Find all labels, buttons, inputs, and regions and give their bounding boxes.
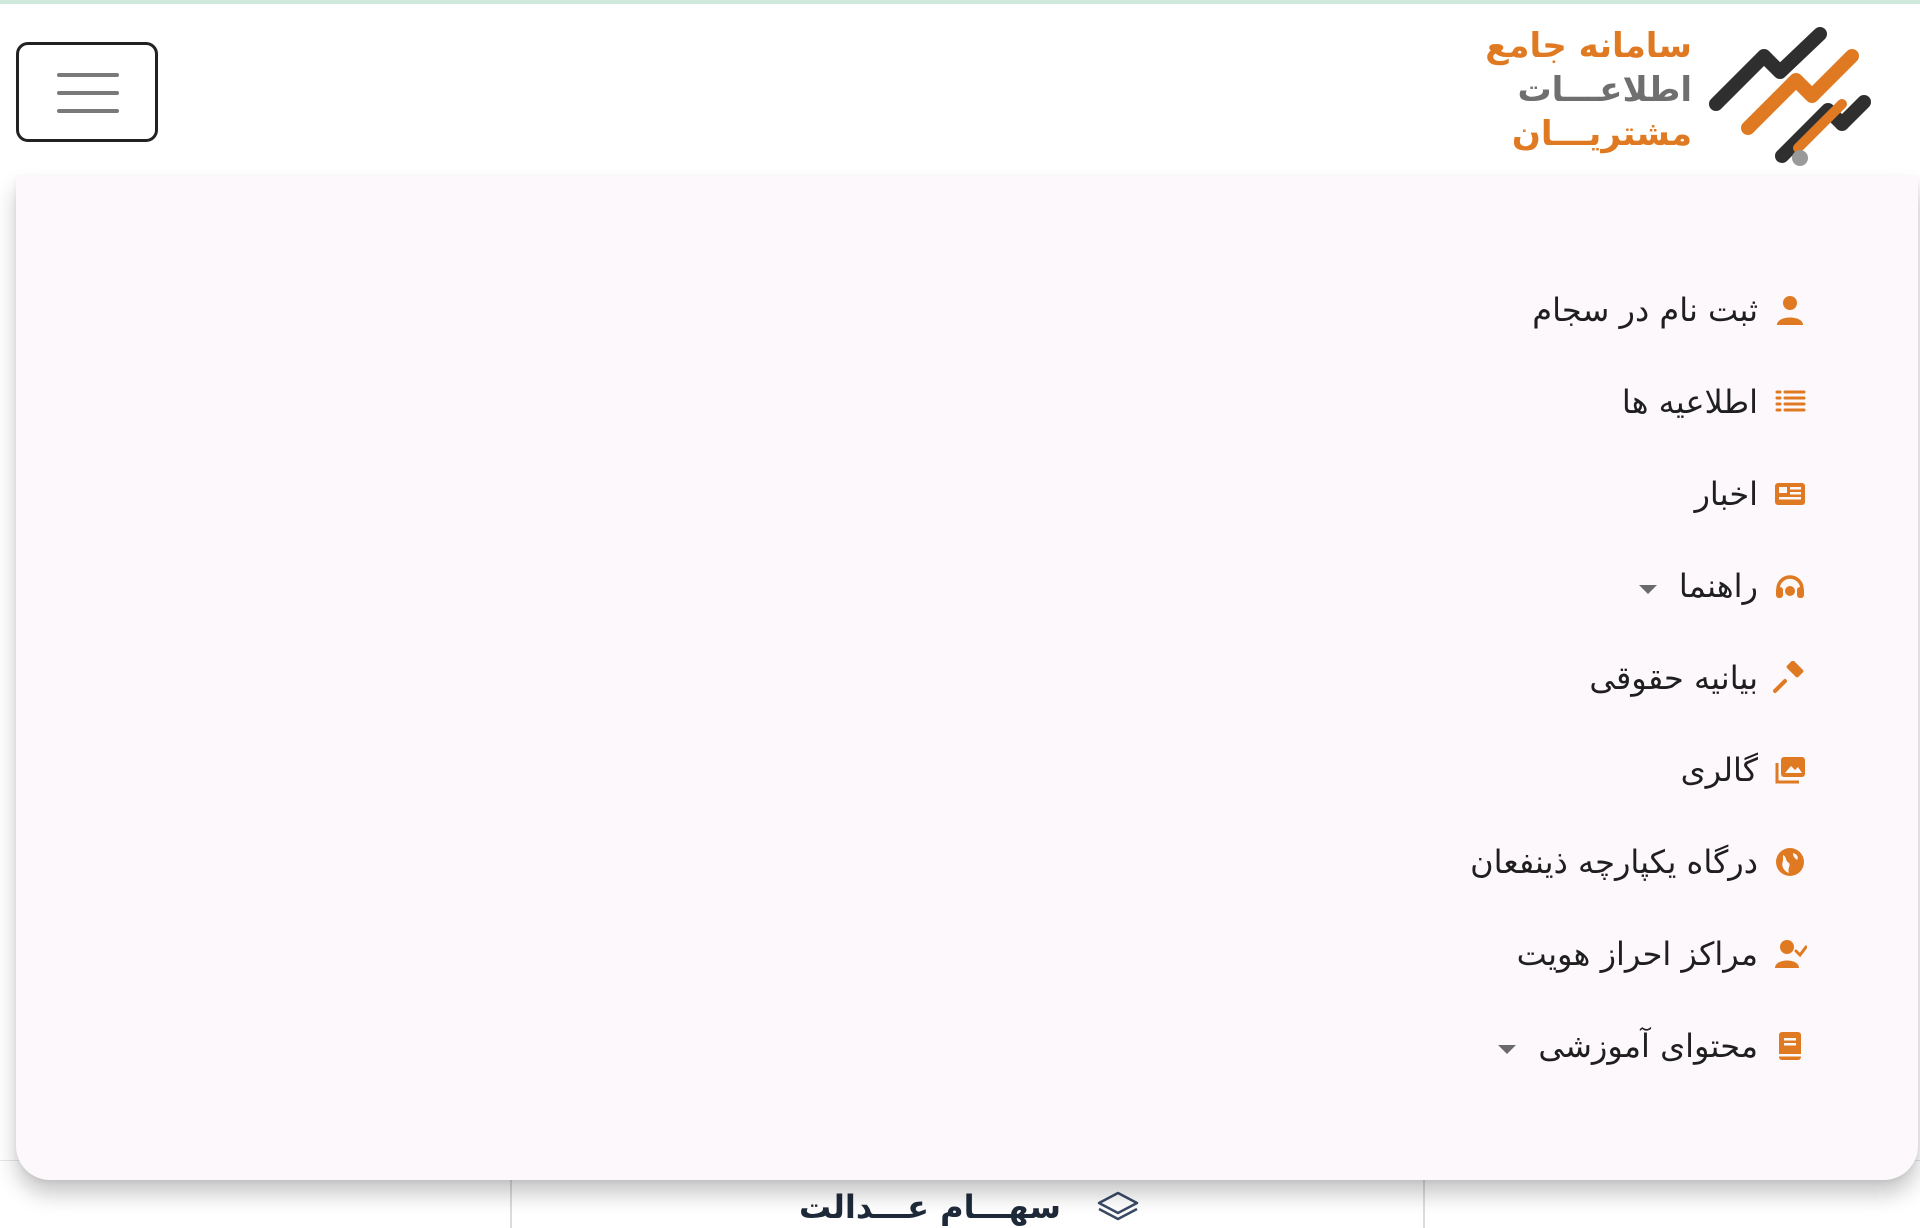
- menu-item-label: گالری: [1680, 751, 1758, 789]
- menu-item-label: ثبت نام در سجام: [1532, 291, 1758, 329]
- menu-item-label: مراکز احراز هویت: [1516, 935, 1758, 973]
- menu-item-label: اخبار: [1694, 475, 1758, 513]
- logo-line-3: مشتریـــان: [1511, 114, 1692, 154]
- logo-mark-icon: [1709, 27, 1871, 166]
- menu-item-label: بیانیه حقوقی: [1589, 659, 1758, 697]
- menu-item-news[interactable]: اخبار: [1470, 448, 1810, 540]
- layers-icon: [1095, 1189, 1141, 1225]
- menu-item-sejam-registration[interactable]: ثبت نام در سجام: [1470, 264, 1810, 356]
- menu-item-announcements[interactable]: اطلاعیه ها: [1470, 356, 1810, 448]
- site-logo[interactable]: سامانه جامع اطلاعـــات مشتریـــان: [1472, 16, 1872, 170]
- menu-item-help[interactable]: راهنما: [1470, 540, 1810, 632]
- hamburger-bar: [57, 73, 119, 77]
- logo-line-1: سامانه جامع: [1485, 26, 1692, 66]
- menu-item-stakeholder-portal[interactable]: درگاه یکپارچه ذینفعان: [1470, 816, 1810, 908]
- menu-item-gallery[interactable]: گالری: [1470, 724, 1810, 816]
- menu-item-legal-statement[interactable]: بیانیه حقوقی: [1470, 632, 1810, 724]
- tab-label: سهـــام عـــدالت: [798, 1188, 1062, 1226]
- menu-item-educational-content[interactable]: محتوای آموزشی: [1470, 1000, 1810, 1092]
- menu-item-label: راهنما: [1678, 567, 1758, 605]
- chevron-down-icon[interactable]: [1498, 1044, 1517, 1054]
- headset-icon: [1770, 566, 1810, 606]
- hamburger-bar: [57, 91, 119, 95]
- images-icon: [1770, 750, 1810, 790]
- newspaper-icon: [1770, 474, 1810, 514]
- nav-dropdown-panel: ثبت نام در سجام اطلاعیه ها اخبار راهنما …: [16, 176, 1918, 1180]
- logo-text: سامانه جامع اطلاعـــات مشتریـــان: [1482, 24, 1692, 164]
- tab-justice-shares[interactable]: سهـــام عـــدالت: [798, 1187, 1141, 1227]
- hamburger-bar: [57, 109, 119, 113]
- site-header: سامانه جامع اطلاعـــات مشتریـــان: [0, 4, 1920, 176]
- menu-item-label: اطلاعیه ها: [1621, 383, 1758, 421]
- menu-item-label: درگاه یکپارچه ذینفعان: [1470, 843, 1758, 881]
- logo-line-2: اطلاعـــات: [1517, 70, 1692, 110]
- gavel-icon: [1770, 658, 1810, 698]
- list-icon: [1770, 382, 1810, 422]
- menu-item-label: محتوای آموزشی: [1538, 1027, 1758, 1065]
- chevron-down-icon[interactable]: [1638, 584, 1657, 594]
- user-icon: [1770, 290, 1810, 330]
- menu-item-identity-centers[interactable]: مراکز احراز هویت: [1470, 908, 1810, 1000]
- user-check-icon: [1770, 934, 1810, 974]
- nav-menu: ثبت نام در سجام اطلاعیه ها اخبار راهنما …: [1470, 264, 1810, 1092]
- globe-icon: [1770, 842, 1810, 882]
- menu-toggle-button[interactable]: [16, 42, 158, 142]
- book-icon: [1770, 1026, 1810, 1066]
